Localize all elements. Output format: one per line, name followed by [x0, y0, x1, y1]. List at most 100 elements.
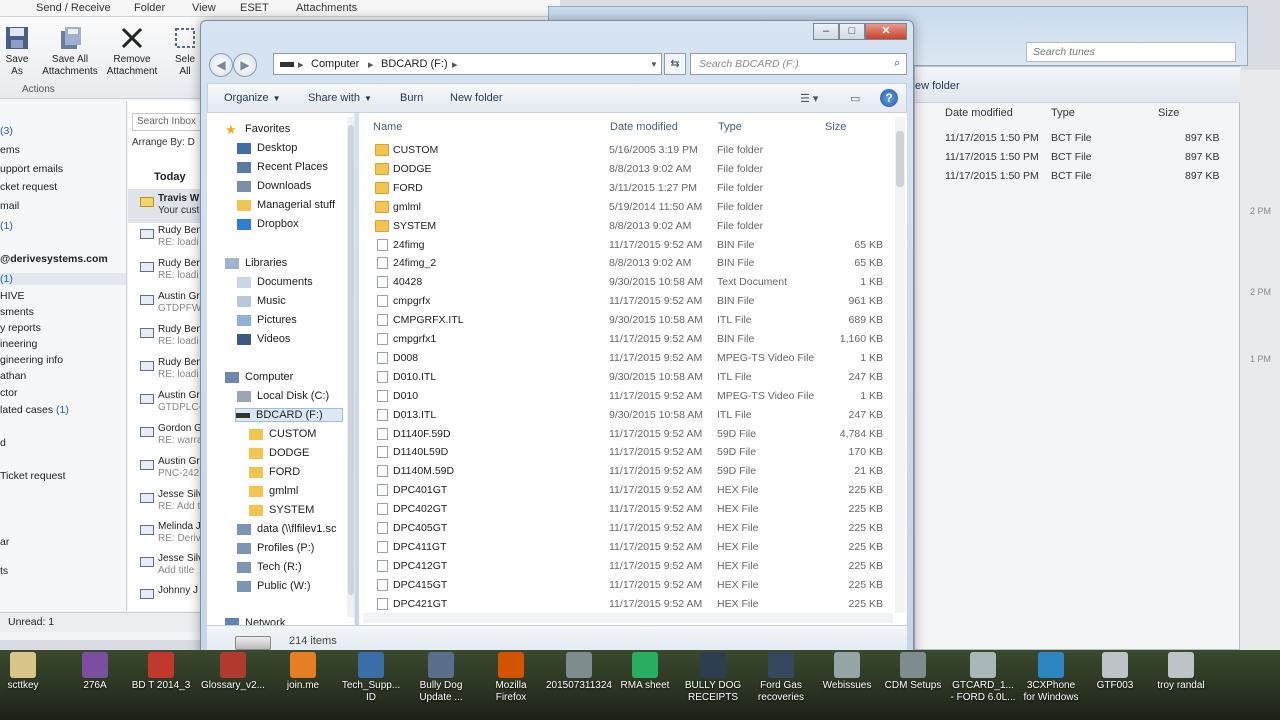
- message-item[interactable]: Gordon G RE: warra: [158, 423, 202, 447]
- forward-button[interactable]: ▶: [233, 53, 257, 77]
- nav-network-drive-public[interactable]: Public (W:): [237, 580, 311, 592]
- search-input[interactable]: Search BDCARD (F:) ⌕: [690, 53, 907, 75]
- search-inbox-input[interactable]: Search Inbox: [132, 113, 208, 131]
- back-button[interactable]: ◀: [209, 53, 233, 77]
- column-size[interactable]: Size: [1158, 107, 1179, 119]
- file-row[interactable]: D010 11/17/2015 9:52 AM MPEG-TS Video File…: [359, 387, 889, 406]
- folder-item[interactable]: sments: [0, 306, 34, 318]
- account-item[interactable]: @derivesystems.com: [0, 253, 108, 265]
- tab-eset[interactable]: ESET: [240, 2, 269, 14]
- nav-music[interactable]: Music: [237, 295, 286, 307]
- nav-recent-places[interactable]: Recent Places: [237, 161, 328, 173]
- file-row[interactable]: D008 11/17/2015 9:52 AM MPEG-TS Video File…: [359, 349, 889, 368]
- folder-item[interactable]: y reports: [0, 322, 41, 334]
- address-bar[interactable]: ▸ Computer ▸ BDCARD (F:) ▸ ▼: [273, 53, 662, 75]
- file-row[interactable]: 11/17/2015 1:50 PM: [945, 151, 1039, 163]
- share-with-button[interactable]: Share with ▼: [308, 92, 372, 104]
- nav-folder-dodge[interactable]: DODGE: [249, 447, 309, 459]
- file-row[interactable]: DPC402GT 11/17/2015 9:52 AM HEX File 225 KB: [359, 500, 889, 519]
- folder-item[interactable]: ems: [0, 144, 20, 156]
- folder-item[interactable]: mail: [0, 200, 19, 212]
- new-folder-button[interactable]: ew folder: [915, 80, 960, 92]
- file-row[interactable]: D010.ITL 9/30/2015 10:58 AM ITL File 247 KB: [359, 368, 889, 387]
- file-row[interactable]: DPC412GT 11/17/2015 9:52 AM HEX File 225 KB: [359, 557, 889, 576]
- column-type[interactable]: Type: [718, 121, 742, 133]
- file-row[interactable]: DPC411GT 11/17/2015 9:52 AM HEX File 225 KB: [359, 538, 889, 557]
- tab-view[interactable]: View: [192, 2, 216, 14]
- folder-row[interactable]: CUSTOM 5/16/2005 3:19 PM File folder: [359, 141, 889, 160]
- file-row[interactable]: 40428 9/30/2015 10:58 AM Text Document 1 KB: [359, 273, 889, 292]
- folder-item[interactable]: gineering info: [0, 354, 63, 366]
- column-date-modified[interactable]: Date modified: [945, 107, 1013, 119]
- column-size[interactable]: Size: [825, 121, 846, 133]
- vertical-scrollbar[interactable]: [895, 117, 905, 613]
- nav-computer[interactable]: Computer: [225, 371, 293, 383]
- folder-row[interactable]: gmlml 5/19/2014 11:50 AM File folder: [359, 198, 889, 217]
- folder-item[interactable]: cket request: [0, 181, 57, 193]
- nav-network[interactable]: Network: [225, 617, 285, 625]
- file-row[interactable]: 11/17/2015 1:50 PM: [945, 170, 1039, 182]
- nav-favorites[interactable]: ★ Favorites: [225, 123, 290, 136]
- preview-pane-icon[interactable]: ▭: [850, 92, 860, 105]
- folder-item[interactable]: athan: [0, 370, 26, 382]
- file-row[interactable]: 24fimg_2 8/8/2013 9:02 AM BIN File 65 KB: [359, 254, 889, 273]
- remove-attachment-button[interactable]: Remove Attachment: [104, 25, 160, 78]
- nav-managerial-stuff[interactable]: Managerial stuff: [237, 199, 335, 211]
- folder-item[interactable]: ctor: [0, 387, 18, 399]
- minimize-button[interactable]: –: [813, 23, 839, 40]
- nav-pictures[interactable]: Pictures: [237, 314, 297, 326]
- file-row[interactable]: 24fimg 11/17/2015 9:52 AM BIN File 65 KB: [359, 236, 889, 255]
- tab-folder[interactable]: Folder: [134, 2, 165, 14]
- nav-item[interactable]: ar: [0, 536, 9, 548]
- message-item[interactable]: Rudy Ben RE: loadi: [158, 258, 202, 282]
- tab-attachments[interactable]: Attachments: [296, 2, 357, 14]
- file-row[interactable]: CMPGRFX.ITL 9/30/2015 10:58 AM ITL File 689…: [359, 311, 889, 330]
- file-row[interactable]: DPC401GT 11/17/2015 9:52 AM HEX File 225 KB: [359, 481, 889, 500]
- column-date-modified[interactable]: Date modified: [610, 121, 678, 133]
- nav-network-drive-profiles[interactable]: Profiles (P:): [237, 542, 314, 554]
- horizontal-scrollbar[interactable]: [363, 613, 893, 623]
- folder-item[interactable]: (3): [0, 125, 13, 137]
- breadcrumb-computer[interactable]: Computer: [311, 58, 359, 70]
- column-type[interactable]: Type: [1051, 107, 1075, 119]
- nav-videos[interactable]: Videos: [237, 333, 290, 345]
- nav-local-disk[interactable]: Local Disk (C:): [237, 390, 329, 402]
- close-button[interactable]: ✕: [865, 23, 907, 40]
- folder-row[interactable]: DODGE 8/8/2013 9:02 AM File folder: [359, 160, 889, 179]
- folder-item[interactable]: HIVE: [0, 290, 25, 302]
- folder-item[interactable]: lated cases (1): [0, 404, 69, 416]
- message-item[interactable]: Jesse Silv Add title: [158, 553, 203, 577]
- burn-button[interactable]: Burn: [400, 92, 423, 104]
- file-row[interactable]: 11/17/2015 1:50 PM: [945, 132, 1039, 144]
- help-icon[interactable]: ?: [880, 89, 898, 107]
- folder-item[interactable]: (1): [0, 273, 126, 285]
- folder-item[interactable]: Ticket request: [0, 470, 66, 482]
- file-row[interactable]: cmpgrfx1 11/17/2015 9:52 AM BIN File 1,160 …: [359, 330, 889, 349]
- message-item[interactable]: Melinda J RE: Deriv: [158, 521, 201, 545]
- nav-network-drive-tech[interactable]: Tech (R:): [237, 561, 302, 573]
- refresh-button[interactable]: ⇆: [664, 53, 686, 75]
- view-options-icon[interactable]: ☰ ▾: [800, 92, 818, 105]
- search-tunes-input[interactable]: Search tunes: [1026, 42, 1236, 62]
- message-item[interactable]: Travis W Your cust: [158, 193, 199, 217]
- nav-folder-system[interactable]: SYSTEM: [249, 504, 314, 516]
- message-item[interactable]: Rudy Ben RE: loadi: [158, 225, 202, 249]
- nav-folder-gmlml[interactable]: gmlml: [249, 485, 298, 497]
- message-item[interactable]: Jesse Silv RE: Add t: [158, 489, 203, 513]
- folder-item[interactable]: d: [0, 437, 6, 449]
- nav-downloads[interactable]: Downloads: [237, 180, 311, 192]
- message-item[interactable]: Austin Gr PNC-242: [158, 456, 200, 480]
- file-row[interactable]: D1140M.59D 11/17/2015 9:52 AM 59D File 21 K…: [359, 462, 889, 481]
- folder-item[interactable]: ineering: [0, 338, 37, 350]
- nav-folder-custom[interactable]: CUSTOM: [249, 428, 316, 440]
- file-row[interactable]: DPC415GT 11/17/2015 9:52 AM HEX File 225 KB: [359, 576, 889, 595]
- message-item[interactable]: Johnny J: [158, 585, 198, 597]
- folder-row[interactable]: SYSTEM 8/8/2013 9:02 AM File folder: [359, 217, 889, 236]
- file-row[interactable]: D1140L59D 11/17/2015 9:52 AM 59D File 170 K…: [359, 443, 889, 462]
- nav-libraries[interactable]: Libraries: [225, 257, 287, 269]
- nav-scrollbar[interactable]: [347, 117, 354, 617]
- chevron-down-icon[interactable]: ▼: [650, 60, 658, 69]
- nav-item[interactable]: ts: [0, 565, 8, 577]
- file-row[interactable]: DPC405GT 11/17/2015 9:52 AM HEX File 225 KB: [359, 519, 889, 538]
- folder-item[interactable]: upport emails: [0, 163, 63, 175]
